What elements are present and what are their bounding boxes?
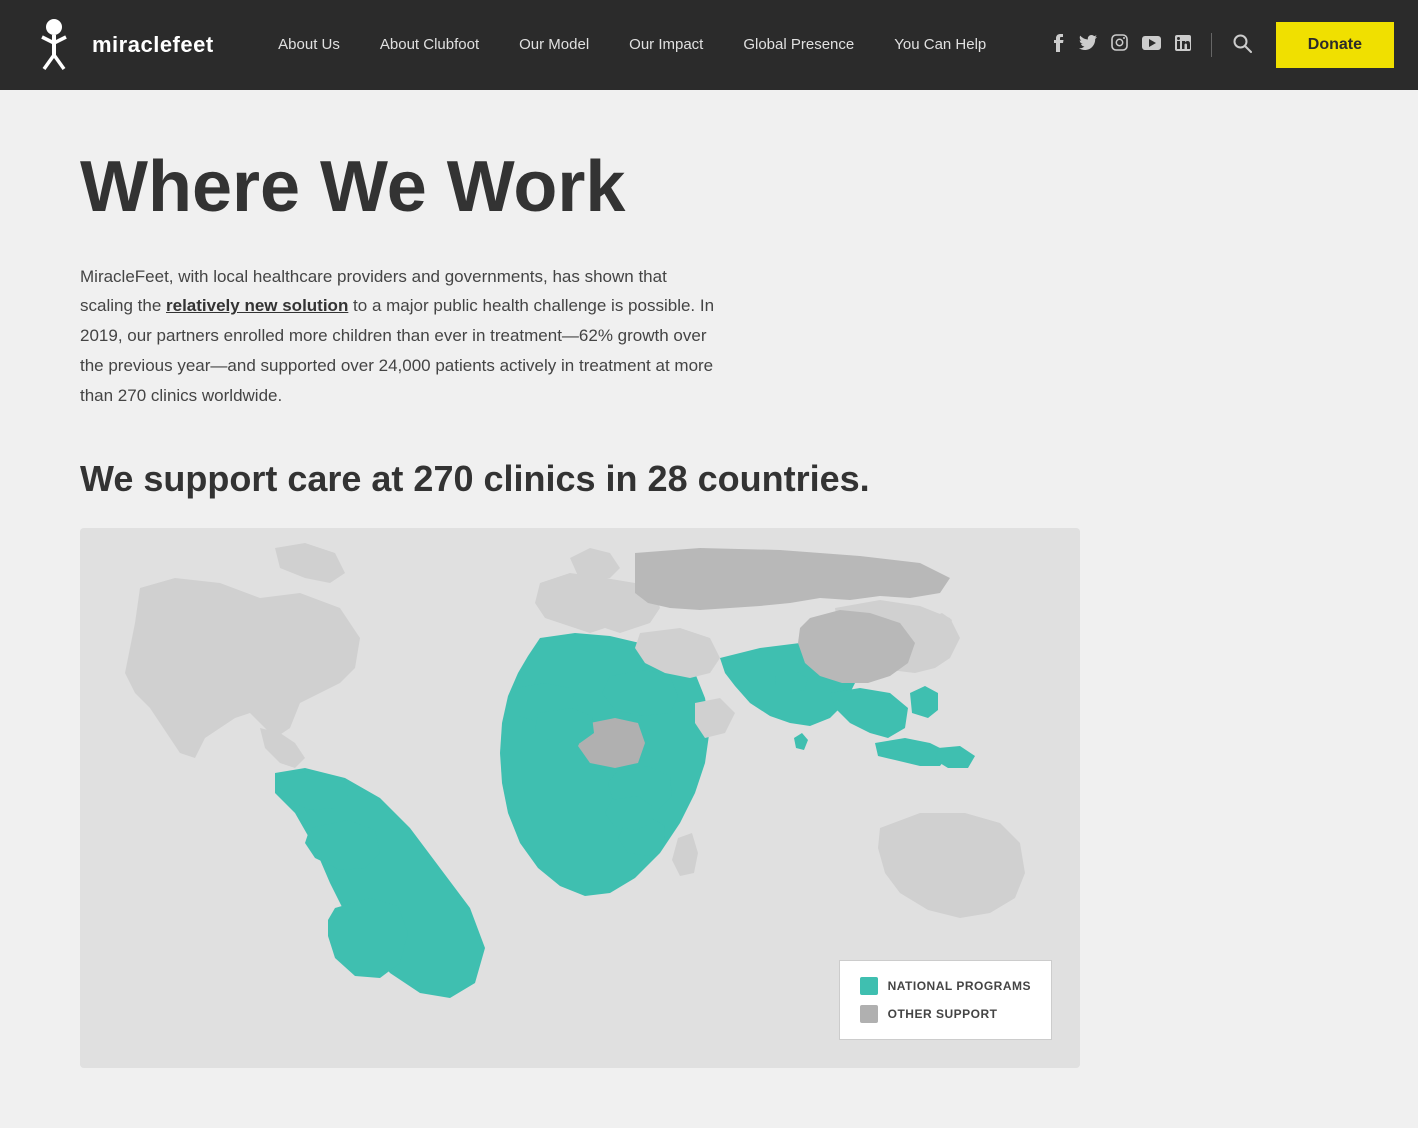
- national-label: NATIONAL PROGRAMS: [888, 979, 1031, 993]
- nav-right: Donate: [1051, 22, 1394, 68]
- nav-you-can-help[interactable]: You Can Help: [874, 0, 1006, 90]
- nav-global-presence[interactable]: Global Presence: [723, 0, 874, 90]
- other-swatch: [860, 1005, 878, 1023]
- logo-icon: [24, 15, 84, 75]
- map-container: NATIONAL PROGRAMS OTHER SUPPORT: [80, 528, 1080, 1068]
- linkedin-icon[interactable]: [1175, 35, 1191, 56]
- section-subtitle: We support care at 270 clinics in 28 cou…: [80, 458, 980, 500]
- instagram-icon[interactable]: [1111, 34, 1128, 56]
- nav-our-model[interactable]: Our Model: [499, 0, 609, 90]
- search-button[interactable]: [1232, 33, 1252, 58]
- other-label: OTHER SUPPORT: [888, 1007, 998, 1021]
- legend-other: OTHER SUPPORT: [860, 1005, 1031, 1023]
- nav-our-impact[interactable]: Our Impact: [609, 0, 723, 90]
- logo-link[interactable]: miraclefeet: [24, 15, 214, 75]
- youtube-icon[interactable]: [1142, 36, 1161, 55]
- social-icons: [1051, 34, 1191, 57]
- facebook-icon[interactable]: [1051, 34, 1065, 57]
- nav-about-us[interactable]: About Us: [258, 0, 360, 90]
- solution-link[interactable]: relatively new solution: [166, 296, 348, 315]
- national-swatch: [860, 977, 878, 995]
- intro-paragraph: MiracleFeet, with local healthcare provi…: [80, 262, 720, 411]
- navbar: miraclefeet About Us About Clubfoot Our …: [0, 0, 1418, 90]
- nav-divider: [1211, 33, 1212, 57]
- map-legend: NATIONAL PROGRAMS OTHER SUPPORT: [839, 960, 1052, 1040]
- main-content: Where We Work MiracleFeet, with local he…: [0, 90, 1418, 1128]
- logo-text: miraclefeet: [92, 32, 214, 58]
- search-icon: [1232, 33, 1252, 53]
- page-title: Where We Work: [80, 150, 1338, 226]
- twitter-icon[interactable]: [1079, 35, 1097, 55]
- donate-button[interactable]: Donate: [1276, 22, 1394, 68]
- nav-links: About Us About Clubfoot Our Model Our Im…: [214, 0, 1051, 90]
- nav-about-clubfoot[interactable]: About Clubfoot: [360, 0, 499, 90]
- legend-national: NATIONAL PROGRAMS: [860, 977, 1031, 995]
